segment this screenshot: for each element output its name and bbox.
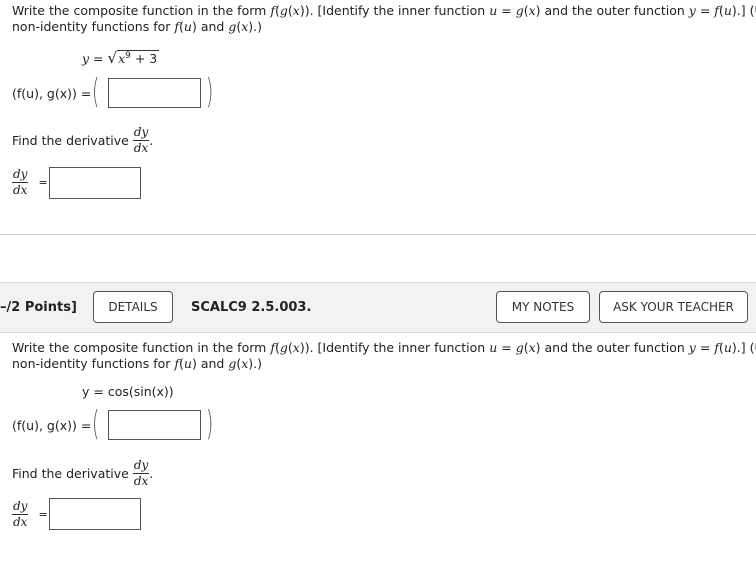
section-divider <box>0 234 756 235</box>
radical-sign-icon: √ <box>107 49 118 67</box>
q2-prompt-line2: non-identity functions for f(u) and g(x)… <box>12 356 263 371</box>
q2-prompt: Write the composite function in the form… <box>12 340 756 372</box>
right-paren: ) <box>205 72 214 112</box>
q1-equation: y = √x9 + 3 <box>82 49 160 67</box>
dy-dx-fraction: dy dx <box>132 458 150 488</box>
ask-your-teacher-button[interactable]: ASK YOUR TEACHER <box>599 291 748 323</box>
q2-prompt-line1: Write the composite function in the form… <box>12 340 756 355</box>
q1-prompt-line2: non-identity functions for f(u) and g(x)… <box>12 19 263 34</box>
left-paren: ( <box>91 404 100 444</box>
dy-dx-fraction: dy dx <box>132 125 150 155</box>
square-root: √x9 + 3 <box>107 49 160 67</box>
q1-derivative-answer-input[interactable] <box>49 167 141 199</box>
q1-composite-answer-input[interactable] <box>108 78 201 108</box>
q1-derivative-prompt: Find the derivative dy dx. <box>12 125 154 155</box>
q2-derivative-label: dy dx = <box>12 499 48 529</box>
dy-dx-fraction: dy dx <box>12 167 29 197</box>
my-notes-button[interactable]: MY NOTES <box>496 291 590 323</box>
dy-dx-fraction: dy dx <box>12 499 29 529</box>
q2-pair-label: (f(u), g(x)) = <box>12 418 92 433</box>
q1-pair-label: (f(u), g(x)) = <box>12 86 92 101</box>
q1-prompt: Write the composite function in the form… <box>12 3 756 35</box>
q2-composite-answer-input[interactable] <box>108 410 201 440</box>
q1-prompt-line1: Write the composite function in the form… <box>12 3 756 18</box>
q2-derivative-answer-input[interactable] <box>49 498 141 530</box>
left-paren: ( <box>91 72 100 112</box>
right-paren: ) <box>205 404 214 444</box>
q2-derivative-prompt: Find the derivative dy dx. <box>12 458 154 488</box>
q1-derivative-label: dy dx = <box>12 167 48 197</box>
details-button[interactable]: DETAILS <box>93 291 173 323</box>
q2-equation: y = cos(sin(x)) <box>82 384 174 399</box>
q2-question-id: SCALC9 2.5.003. <box>191 300 312 315</box>
q2-points-label: –/2 Points] <box>0 300 77 315</box>
